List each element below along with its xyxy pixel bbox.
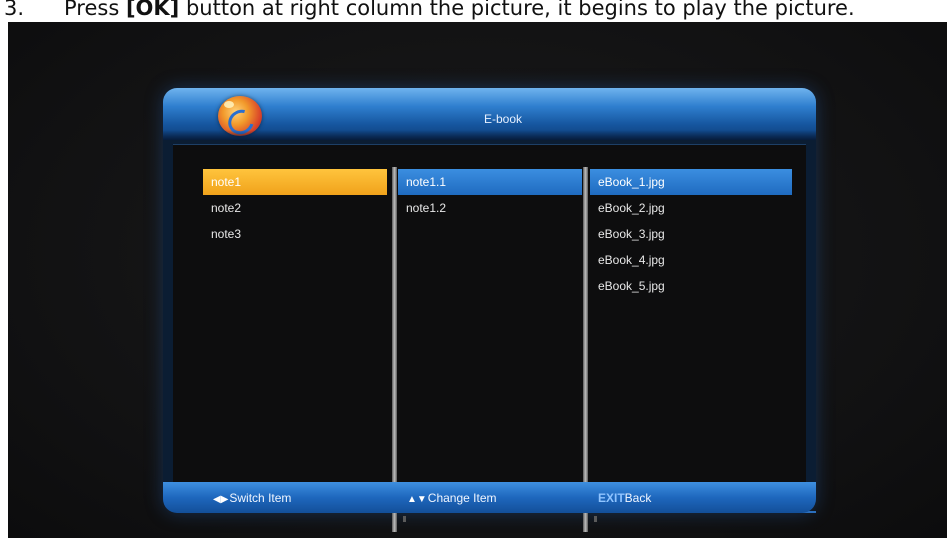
file-item[interactable]: eBook_4.jpg bbox=[590, 247, 792, 273]
window-title: E-book bbox=[483, 112, 523, 126]
back-label: Back bbox=[624, 491, 652, 505]
folder-item[interactable]: note1 bbox=[203, 169, 387, 195]
subfolder-column[interactable]: note1.1 note1.2 bbox=[398, 169, 582, 221]
caption-text-post: button at right column the picture, it b… bbox=[179, 0, 855, 20]
up-down-arrow-icon: ▲▼ bbox=[407, 494, 427, 505]
ebook-window: E-book note1 note2 note3 note1.1 note1.2… bbox=[163, 88, 816, 532]
caption-text-pre: Press bbox=[64, 0, 126, 20]
tv-screen: E-book note1 note2 note3 note1.1 note1.2… bbox=[8, 22, 947, 538]
column-divider bbox=[392, 167, 397, 532]
left-right-arrow-icon: ◀▶ bbox=[213, 494, 229, 505]
subfolder-item[interactable]: note1.1 bbox=[398, 169, 582, 195]
exit-hint: EXITBack bbox=[598, 489, 651, 507]
switch-item-label: Switch Item bbox=[229, 491, 292, 505]
folder-column[interactable]: note1 note2 note3 bbox=[203, 169, 387, 247]
step-number: 3. bbox=[4, 0, 25, 20]
browser-panel: note1 note2 note3 note1.1 note1.2 eBook_… bbox=[173, 144, 816, 532]
instruction-caption: 3. Press [OK] button at right column the … bbox=[0, 0, 947, 22]
switch-item-hint: ◀▶Switch Item bbox=[213, 489, 291, 507]
ok-key-label: [OK] bbox=[125, 0, 180, 20]
help-bar: ◀▶Switch Item ▲▼Change Item EXITBack bbox=[163, 482, 816, 513]
subfolder-item[interactable]: note1.2 bbox=[398, 195, 582, 221]
logo-icon bbox=[218, 96, 262, 136]
divider-tick bbox=[594, 516, 597, 522]
folder-item[interactable]: note3 bbox=[203, 221, 387, 247]
folder-item[interactable]: note2 bbox=[203, 195, 387, 221]
file-column[interactable]: eBook_1.jpg eBook_2.jpg eBook_3.jpg eBoo… bbox=[590, 169, 792, 299]
column-divider bbox=[583, 167, 588, 532]
exit-key-label: EXIT bbox=[598, 491, 625, 505]
window-header: E-book bbox=[163, 88, 816, 140]
change-item-label: Change Item bbox=[427, 491, 497, 505]
divider-tick bbox=[403, 516, 406, 522]
file-item[interactable]: eBook_2.jpg bbox=[590, 195, 792, 221]
file-item[interactable]: eBook_1.jpg bbox=[590, 169, 792, 195]
file-item[interactable]: eBook_5.jpg bbox=[590, 273, 792, 299]
file-item[interactable]: eBook_3.jpg bbox=[590, 221, 792, 247]
change-item-hint: ▲▼Change Item bbox=[407, 489, 497, 507]
